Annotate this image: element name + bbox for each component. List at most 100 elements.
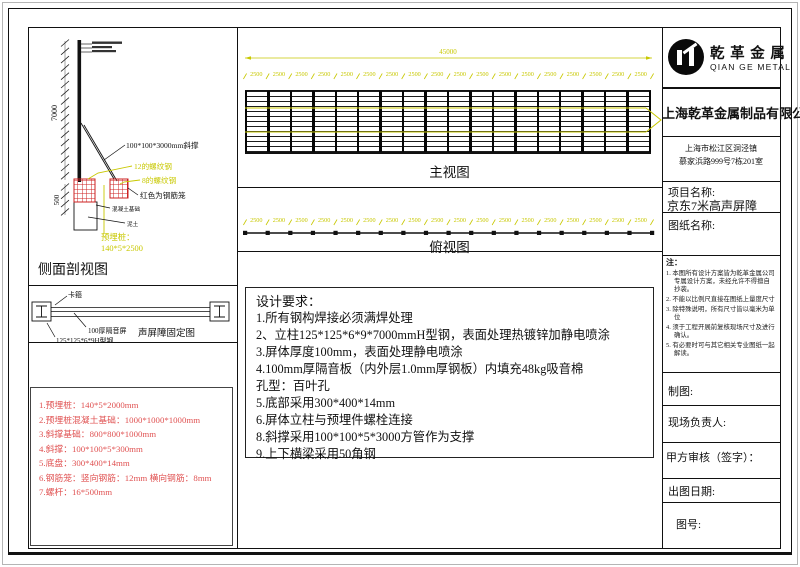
svg-text:2500: 2500: [589, 217, 601, 224]
svg-text:2500: 2500: [341, 71, 353, 78]
red-spec-box: 1.预埋桩：140*5*2000mm2.预埋桩混凝土基础：1000*1000*1…: [30, 387, 233, 546]
company-name: 上海乾革金属制品有限公司: [662, 103, 780, 122]
tb-line-5: [662, 255, 780, 256]
svg-text:2500: 2500: [499, 217, 511, 224]
svg-text:2500: 2500: [431, 217, 443, 224]
design-requirement-item: 6.屏体立柱与预埋件螺栓连接: [256, 412, 643, 429]
svg-text:2500: 2500: [635, 71, 647, 78]
panel-label: 100厚隔音屏: [88, 326, 127, 335]
design-requirement-item: 1.所有钢构焊接必须满焊处理: [256, 310, 643, 327]
main-view-title: 主视图: [237, 161, 662, 181]
tb-line-1: [662, 87, 780, 89]
svg-text:2500: 2500: [544, 71, 556, 78]
svg-text:2500: 2500: [544, 217, 556, 224]
company-address-1: 上海市松江区洞泾镇: [662, 143, 780, 154]
drawing-sheet: 7000 500 100*100*3000mm斜撑 12的螺纹钢: [0, 0, 800, 567]
total-dim-45000: 45000: [439, 48, 457, 56]
side-view-title: 侧面剖视图: [38, 262, 108, 278]
side-section-view: 7000 500 100*100*3000mm斜撑 12的螺纹钢: [28, 27, 237, 285]
site-manager-label: 现场负责人:: [668, 414, 726, 430]
design-requirement-item: 孔型：百叶孔: [256, 378, 643, 395]
red-spec-item: 3.斜撑基础：800*800*1000mm: [39, 427, 232, 442]
pile-label-1: 预埋桩：: [101, 232, 135, 242]
red-spec-item: 2.预埋桩混凝土基础：1000*1000*1000mm: [39, 413, 232, 428]
svg-text:2500: 2500: [318, 71, 330, 78]
logo-text-en: QIAN GE METAL: [710, 62, 791, 72]
dim-500: 500: [53, 194, 61, 205]
svg-text:2500: 2500: [454, 71, 466, 78]
design-requirement-item: 8.斜撑采用100*100*5*3000方管作为支撑: [256, 429, 643, 446]
column-label: 125*125*6*9H型钢: [56, 336, 114, 342]
red-spec-item: 6.钢筋笼：竖向钢筋：12mm 横向钢筋：8mm: [39, 471, 232, 486]
fixing-band-bottom: [28, 342, 237, 343]
company-address-2: 慕家浜路999号7栋201室: [662, 156, 780, 167]
svg-text:2500: 2500: [454, 217, 466, 224]
dim-7000-hatches: [61, 40, 69, 181]
notes-title: 注：: [666, 257, 776, 268]
maker-label: 制图:: [668, 383, 693, 399]
tb-line-3: [662, 181, 780, 182]
notes-list: 1. 本图所有设计方案皆为乾革金属公司专属设计方案，未经允许不得擅自抄袭。2. …: [666, 270, 776, 358]
design-requirement-item: 2、立柱125*125*6*9*7000mmH型钢，表面处理热镀锌加静电喷涂: [256, 327, 643, 344]
red-spec-item: 5.底盘：300*400*14mm: [39, 456, 232, 471]
svg-text:2500: 2500: [408, 217, 420, 224]
svg-text:2500: 2500: [476, 217, 488, 224]
rebar12-label: 12的螺纹钢: [134, 161, 172, 171]
svg-text:2500: 2500: [589, 71, 601, 78]
tb-line-6: [662, 372, 780, 373]
drawing-name-label: 图纸名称:: [668, 217, 715, 233]
owner-review-label: 甲方审核（签字）：: [666, 449, 760, 465]
brace-label: 100*100*3000mm斜撑: [126, 140, 199, 150]
note-item: 2. 不能以比例尺直接在图纸上量度尺寸: [666, 296, 776, 304]
main-view-dimensions: 45000 2500250025002500250025002500250025…: [238, 40, 662, 88]
brace-lines: [81, 123, 117, 181]
bay-dims-top: 2500 2500 2500 2500 2500 2500 2500 2500 2500 2500…: [243, 217, 653, 225]
concrete-foundation: [74, 202, 97, 230]
dim-500-hatches: [61, 184, 69, 216]
left-column-divider: [237, 27, 238, 548]
red-spec-item: 4.斜撑：100*100*5*300mm: [39, 442, 232, 457]
svg-text:2500: 2500: [499, 71, 511, 78]
tb-line-9: [662, 478, 780, 479]
svg-text:2500: 2500: [341, 217, 353, 224]
rebar8-label: 8的螺纹钢: [142, 175, 177, 185]
logo-text-cn: 乾 革 金 属: [710, 42, 786, 63]
cage-label: 红色为钢筋笼: [140, 190, 186, 200]
note-item: 4. 须于工程开展前复核现场尺寸及进行确认。: [666, 324, 776, 340]
svg-text:2500: 2500: [635, 217, 647, 224]
design-requirements-box: 设计要求： 1.所有钢构焊接必须满焊处理2、立柱125*125*6*9*7000…: [245, 287, 654, 458]
barrier-fixing-view: 卡箍 100厚隔音屏 125*125*6*9H型钢 声屏障固定图: [28, 285, 237, 342]
bay-dims-main: 2500 2500 2500 2500 2500 2500 2500 2500 2500 2500…: [243, 71, 653, 79]
design-requirements-list: 1.所有钢构焊接必须满焊处理2、立柱125*125*6*9*7000mmH型钢，…: [256, 310, 643, 463]
svg-text:2500: 2500: [295, 217, 307, 224]
svg-text:2500: 2500: [386, 71, 398, 78]
svg-text:2500: 2500: [250, 71, 262, 78]
rebar-cage-left: [74, 179, 95, 202]
svg-text:2500: 2500: [612, 71, 624, 78]
drawing-number-label: 图号:: [676, 516, 701, 532]
design-requirement-item: 3.屏体厚度100mm，表面处理静电喷涂: [256, 344, 643, 361]
svg-text:2500: 2500: [273, 71, 285, 78]
design-requirements-title: 设计要求：: [256, 293, 643, 310]
tb-line-7: [662, 405, 780, 406]
company-logo: [668, 39, 704, 75]
svg-text:2500: 2500: [521, 71, 533, 78]
notes-box: 注： 1. 本图所有设计方案皆为乾革金属公司专属设计方案，未经允许不得擅自抄袭。…: [666, 257, 776, 360]
red-spec-item: 7.螺杆：16*500mm: [39, 485, 232, 500]
red-spec-list: 1.预埋桩：140*5*2000mm2.预埋桩混凝土基础：1000*1000*1…: [39, 398, 232, 500]
svg-text:2500: 2500: [363, 217, 375, 224]
red-spec-item: 1.预埋桩：140*5*2000mm: [39, 398, 232, 413]
svg-text:2500: 2500: [273, 217, 285, 224]
design-requirement-item: 4.100mm厚隔音板（内外层1.0mm厚钢板）内填充48kg吸音棉: [256, 361, 643, 378]
concrete-label: 混凝土基础: [112, 205, 140, 213]
svg-text:2500: 2500: [431, 71, 443, 78]
design-requirement-item: 5.底部采用300*400*14mm: [256, 395, 643, 412]
tb-line-10: [662, 502, 780, 503]
svg-text:2500: 2500: [567, 217, 579, 224]
project-name-value: 京东7米高声屏障: [667, 197, 757, 214]
note-item: 1. 本图所有设计方案皆为乾革金属公司专属设计方案，未经允许不得擅自抄袭。: [666, 270, 776, 295]
pile-label-2: 140*5*2500: [101, 244, 143, 253]
svg-text:2500: 2500: [612, 217, 624, 224]
svg-text:2500: 2500: [250, 217, 262, 224]
mainview-divider: [237, 187, 662, 188]
